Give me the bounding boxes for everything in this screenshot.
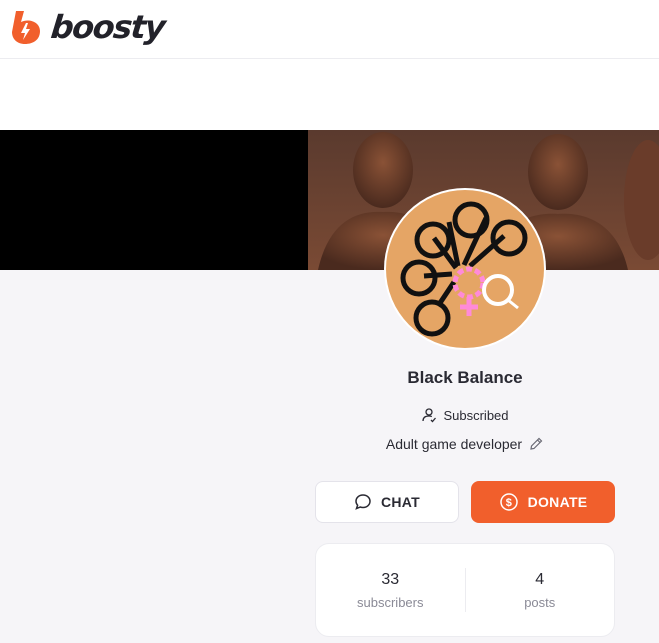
chat-label: CHAT <box>380 494 421 510</box>
description-text: Adult game developer <box>385 436 523 452</box>
donate-button[interactable]: $ DONATE <box>471 481 615 523</box>
stat-posts[interactable]: 4 posts <box>466 544 615 636</box>
subscribers-label: subscribers <box>357 594 424 610</box>
profile-description: Adult game developer <box>315 436 615 452</box>
lightning-b-icon <box>12 11 40 44</box>
subscribers-count: 33 <box>381 570 400 588</box>
subscription-status[interactable]: Subscribed <box>315 407 615 423</box>
donate-label: DONATE <box>527 494 588 510</box>
boosty-logo[interactable]: boosty <box>9 8 167 46</box>
logo-text: boosty <box>49 8 167 46</box>
header-divider <box>0 58 659 59</box>
pencil-icon[interactable] <box>528 436 544 452</box>
profile-avatar[interactable] <box>384 188 546 350</box>
coin-dollar-icon: $ <box>499 493 518 511</box>
profile-stats: 33 subscribers 4 posts <box>315 543 615 637</box>
posts-count: 4 <box>535 570 545 588</box>
posts-label: posts <box>524 594 556 610</box>
chat-bubble-icon <box>355 494 371 510</box>
cover-banner <box>0 130 659 270</box>
svg-text:$: $ <box>505 497 511 509</box>
stat-subscribers[interactable]: 33 subscribers <box>316 544 465 636</box>
balance-logo-icon <box>386 190 544 348</box>
subscription-label: Subscribed <box>443 407 509 423</box>
user-check-icon <box>422 408 437 423</box>
chat-button[interactable]: CHAT <box>315 481 459 523</box>
site-header: boosty <box>0 0 659 130</box>
profile-name: Black Balance <box>407 368 523 387</box>
